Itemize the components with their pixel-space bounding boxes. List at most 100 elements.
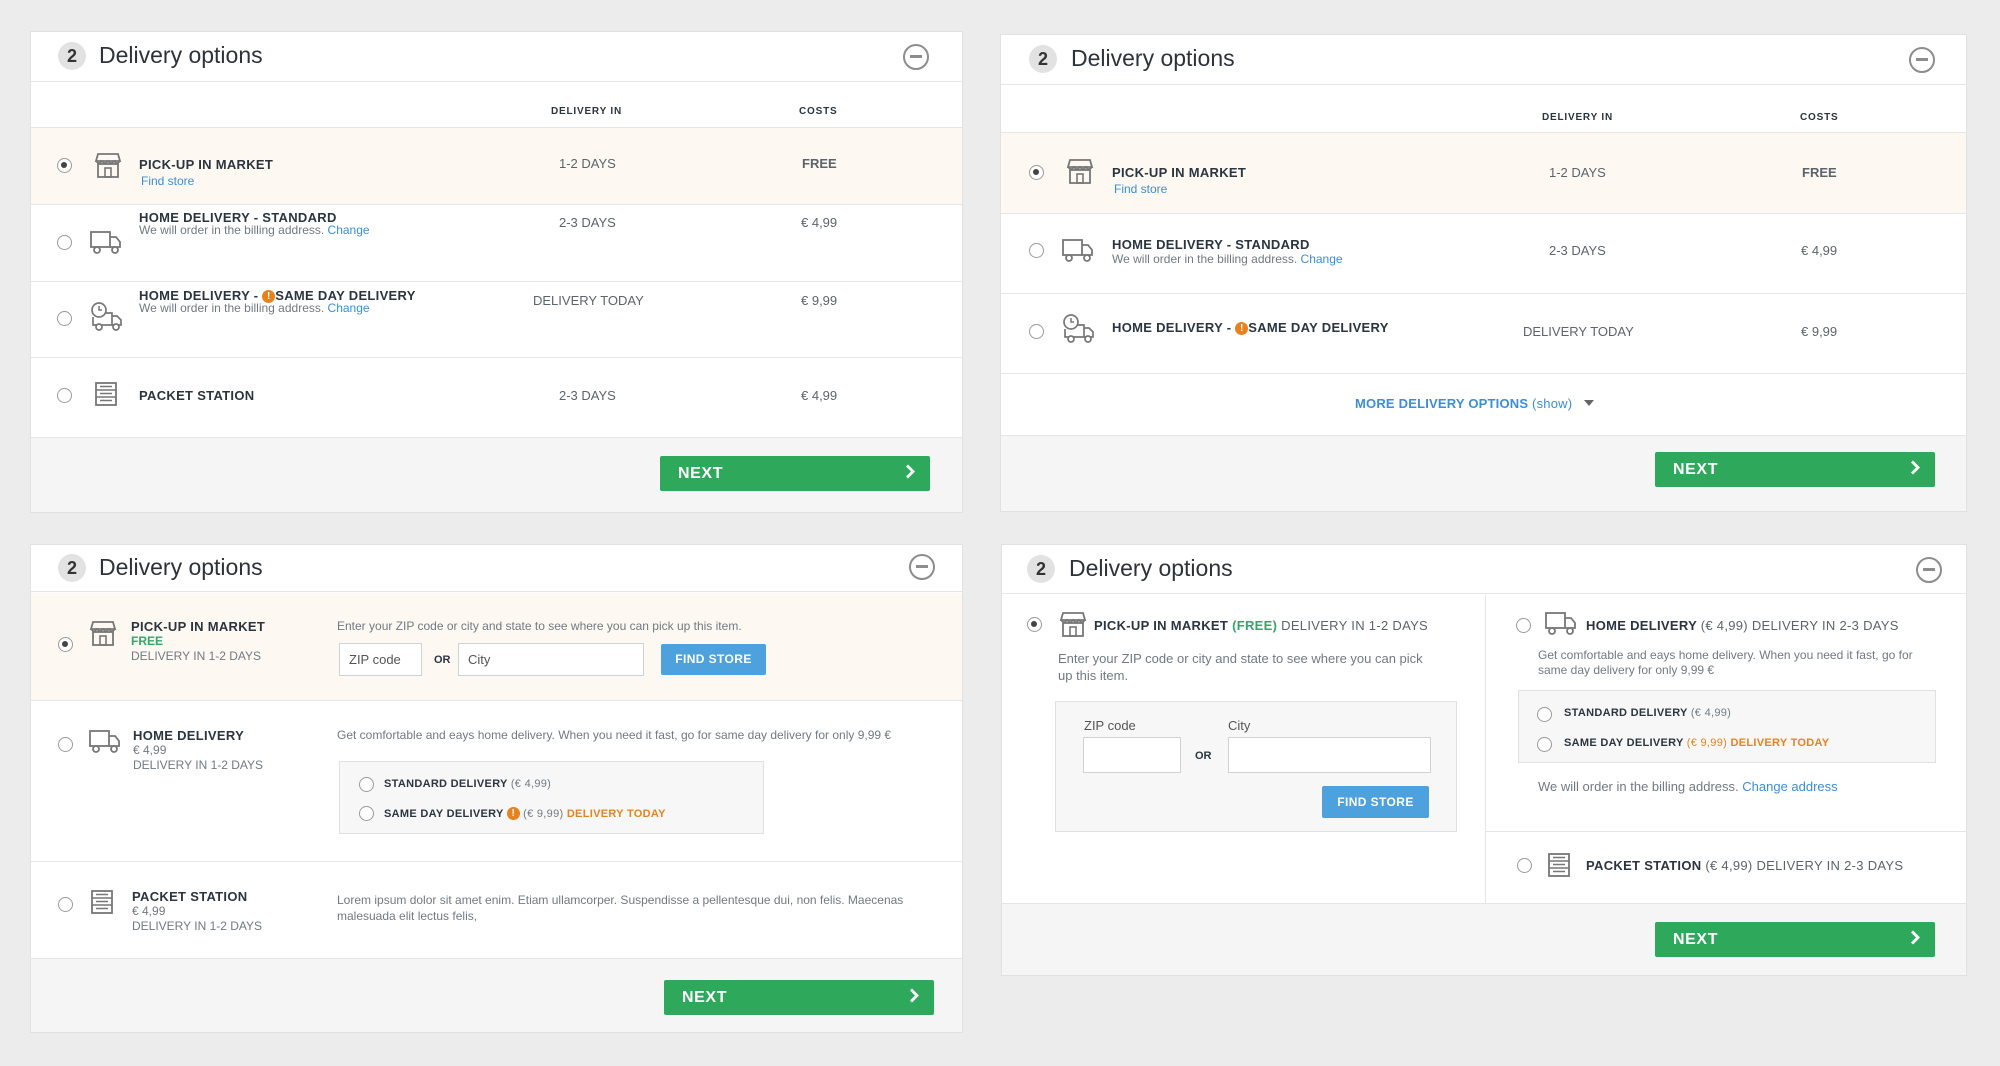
- radio-pickup[interactable]: [58, 637, 73, 652]
- clock-truck-icon: [1061, 313, 1097, 345]
- delivery-cost: FREE: [802, 156, 837, 171]
- city-input[interactable]: [1228, 737, 1431, 773]
- radio-packet-station[interactable]: [58, 897, 73, 912]
- delivery-panel-compact: 2 Delivery options DELIVERY IN COSTS PIC…: [1000, 34, 1967, 512]
- option-title: HOME DELIVERY (€ 4,99) DELIVERY IN 2-3 D…: [1586, 618, 1899, 633]
- radio-home-standard[interactable]: [57, 235, 72, 250]
- change-link[interactable]: Change: [328, 301, 370, 315]
- next-button[interactable]: NEXT: [660, 456, 930, 491]
- option-name: PACKET STATION: [132, 889, 248, 904]
- panel-footer: NEXT: [31, 958, 962, 1032]
- column-header-delivery: DELIVERY IN: [1542, 112, 1614, 123]
- or-label: OR: [434, 654, 451, 666]
- home-description-line2: same day delivery for only 9,99 €: [1538, 663, 1715, 677]
- panel-footer: NEXT: [1002, 903, 1966, 975]
- delivery-cost: € 9,99: [1801, 324, 1838, 339]
- delivery-days: 2-3 DAYS: [559, 388, 616, 403]
- delivery-panel-expanded: 2 Delivery options PICK-UP IN MARKET FRE…: [30, 544, 963, 1033]
- truck-icon: [1061, 236, 1095, 264]
- option-name: HOME DELIVERY - STANDARD: [1112, 237, 1310, 252]
- column-header-delivery: DELIVERY IN: [551, 106, 623, 117]
- pickup-description: Enter your ZIP code or city and state to…: [337, 619, 742, 633]
- zip-code-input[interactable]: ZIP code: [339, 643, 422, 676]
- change-link[interactable]: Change: [328, 223, 370, 237]
- radio-pickup[interactable]: [57, 158, 72, 173]
- change-link[interactable]: Change: [1301, 252, 1343, 266]
- delivery-days: 2-3 DAYS: [559, 215, 616, 230]
- delivery-cost: € 4,99: [1801, 243, 1838, 258]
- option-days: DELIVERY IN 1-2 DAYS: [131, 649, 262, 663]
- next-button[interactable]: NEXT: [1655, 922, 1935, 957]
- truck-icon: [1544, 609, 1578, 637]
- option-description: We will order in the billing address. Ch…: [139, 301, 370, 315]
- delivery-panel-table: 2 Delivery options DELIVERY IN COSTS PIC…: [30, 31, 963, 513]
- delivery-cost: € 4,99: [801, 388, 838, 403]
- packet-station-icon: [90, 889, 114, 915]
- option-title: PACKET STATION (€ 4,99) DELIVERY IN 2-3 …: [1586, 858, 1904, 873]
- radio-home-delivery[interactable]: [1516, 618, 1531, 633]
- chevron-right-icon: [904, 463, 916, 484]
- pickup-description: Enter your ZIP code or city and state to…: [1058, 651, 1423, 666]
- warning-icon: !: [1235, 322, 1249, 335]
- chevron-right-icon: [1909, 459, 1921, 480]
- delivery-days: 2-3 DAYS: [1549, 243, 1606, 258]
- panel-footer: NEXT: [1001, 435, 1966, 511]
- radio-pickup[interactable]: [1029, 165, 1044, 180]
- option-price: FREE: [131, 634, 164, 648]
- option-title: PICK-UP IN MARKET (FREE) DELIVERY IN 1-2…: [1094, 618, 1429, 633]
- radio-standard-delivery[interactable]: [1537, 707, 1552, 722]
- column-header-costs: COSTS: [1800, 112, 1839, 123]
- find-store-link[interactable]: Find store: [141, 174, 194, 188]
- city-input[interactable]: City: [458, 643, 644, 676]
- home-suboptions-box: STANDARD DELIVERY (€ 4,99) SAME DAY DELI…: [339, 761, 764, 834]
- packet-description: Lorem ipsum dolor sit amet enim. Etiam u…: [337, 893, 904, 907]
- more-delivery-options-link[interactable]: MORE DELIVERY OPTIONS (show): [1355, 394, 1595, 411]
- home-description: Get comfortable and eays home delivery. …: [1538, 648, 1913, 662]
- store-icon: [1065, 157, 1095, 185]
- store-icon: [1058, 610, 1088, 638]
- option-days: DELIVERY IN 1-2 DAYS: [132, 919, 263, 933]
- radio-pickup[interactable]: [1027, 617, 1042, 632]
- radio-home-same-day[interactable]: [1029, 324, 1044, 339]
- radio-standard-delivery[interactable]: [359, 777, 374, 792]
- radio-home-delivery[interactable]: [58, 737, 73, 752]
- find-store-button[interactable]: FIND STORE: [1322, 786, 1429, 818]
- zip-code-input[interactable]: [1083, 737, 1181, 773]
- suboption-standard: STANDARD DELIVERY (€ 4,99): [1564, 707, 1732, 719]
- next-button[interactable]: NEXT: [1655, 452, 1935, 487]
- panel-footer: NEXT: [31, 437, 962, 512]
- pickup-description-line2: up this item.: [1058, 668, 1129, 683]
- change-address-link[interactable]: Change address: [1742, 779, 1837, 794]
- option-description: We will order in the billing address. Ch…: [139, 223, 370, 237]
- radio-home-standard[interactable]: [1029, 243, 1044, 258]
- suboption-same-day: SAME DAY DELIVERY ! (€ 9,99) DELIVERY TO…: [384, 807, 666, 820]
- delivery-panel-two-column: 2 Delivery options PICK-UP IN MARKET (FR…: [1001, 544, 1967, 976]
- delivery-cost: € 9,99: [801, 293, 838, 308]
- step-number: 2: [58, 42, 86, 70]
- collapse-icon[interactable]: [903, 44, 929, 70]
- delivery-cost: € 4,99: [801, 215, 838, 230]
- packet-station-icon: [1547, 852, 1571, 878]
- radio-same-day-delivery[interactable]: [1537, 737, 1552, 752]
- collapse-icon[interactable]: [909, 554, 935, 580]
- option-name: HOME DELIVERY - ! SAME DAY DELIVERY: [1112, 320, 1389, 335]
- radio-packet-station[interactable]: [57, 388, 72, 403]
- store-finder-box: ZIP code City OR FIND STORE: [1055, 701, 1457, 832]
- chevron-right-icon: [1909, 929, 1921, 950]
- find-store-button[interactable]: FIND STORE: [661, 644, 766, 675]
- next-button[interactable]: NEXT: [664, 980, 934, 1015]
- truck-icon: [88, 727, 122, 755]
- store-icon: [88, 619, 118, 647]
- radio-home-same-day[interactable]: [57, 311, 72, 326]
- column-header-costs: COSTS: [799, 106, 838, 117]
- option-price: € 4,99: [133, 743, 167, 757]
- option-name: HOME DELIVERY: [133, 728, 245, 743]
- find-store-link[interactable]: Find store: [1114, 182, 1167, 196]
- panel-header: 2 Delivery options: [1001, 35, 1966, 85]
- option-name: PICK-UP IN MARKET: [1112, 165, 1247, 180]
- collapse-icon[interactable]: [1909, 47, 1935, 73]
- radio-packet-station[interactable]: [1517, 858, 1532, 873]
- collapse-icon[interactable]: [1916, 557, 1942, 583]
- radio-same-day-delivery[interactable]: [359, 806, 374, 821]
- option-days: DELIVERY IN 1-2 DAYS: [133, 758, 264, 772]
